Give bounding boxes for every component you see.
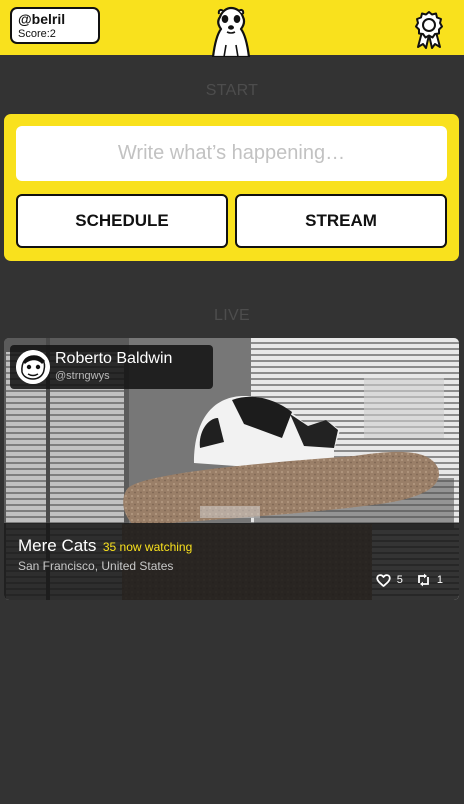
- likes-stat[interactable]: 5: [376, 573, 403, 587]
- watching-count: 35 now watching: [102, 540, 193, 554]
- restreams-stat[interactable]: 1: [416, 573, 443, 587]
- restream-icon: [417, 573, 429, 587]
- start-stream-panel: SCHEDULE STREAM: [4, 114, 459, 261]
- stream-title: Mere Cats: [18, 536, 97, 555]
- heart-icon: [376, 573, 391, 587]
- stream-title-input[interactable]: [16, 126, 447, 181]
- award-ribbon-icon[interactable]: [412, 10, 446, 50]
- broadcaster-name: Roberto Baldwin: [55, 350, 173, 367]
- live-stream-card[interactable]: Roberto Baldwin @strngwys Mere Cats 35 n…: [4, 338, 459, 600]
- broadcaster-avatar: [16, 350, 50, 384]
- schedule-button[interactable]: SCHEDULE: [16, 194, 228, 248]
- meerkat-logo-icon: [211, 6, 251, 57]
- score-label: Score:2: [18, 27, 56, 40]
- stream-button[interactable]: STREAM: [235, 194, 447, 248]
- restreams-count: 1: [436, 574, 443, 586]
- broadcaster-info[interactable]: Roberto Baldwin @strngwys: [10, 345, 213, 389]
- stream-title-row: Mere Cats 35 now watching: [18, 536, 192, 556]
- start-section-label: START: [205, 82, 259, 99]
- username-label: @belril: [18, 11, 66, 27]
- top-bar: @belril Score:2: [0, 0, 464, 57]
- stream-info-bar: Mere Cats 35 now watching San Francisco,…: [4, 523, 459, 600]
- broadcaster-handle: @strngwys: [55, 370, 110, 382]
- live-section-label: LIVE: [214, 307, 250, 324]
- stream-stats: 5 1: [376, 573, 443, 587]
- stream-location: San Francisco, United States: [18, 559, 174, 573]
- likes-count: 5: [396, 574, 403, 586]
- user-profile-chip[interactable]: @belril Score:2: [10, 7, 100, 44]
